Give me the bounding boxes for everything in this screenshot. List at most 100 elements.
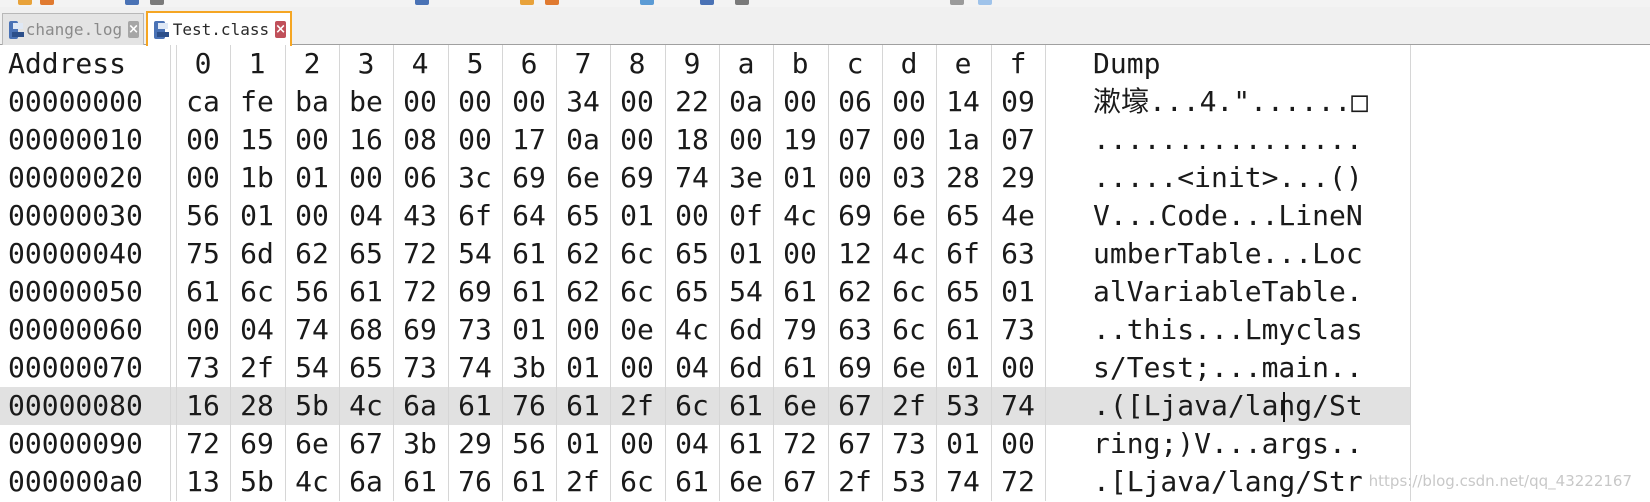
hex-byte[interactable]: 04 xyxy=(230,311,284,349)
row-dump-text[interactable]: .....<init>...() xyxy=(1093,159,1410,197)
hex-byte[interactable]: ba xyxy=(285,83,339,121)
hex-byte[interactable]: 00 xyxy=(610,121,664,159)
hex-byte[interactable]: 6c xyxy=(665,387,719,425)
hex-byte[interactable]: 00 xyxy=(773,235,827,273)
hex-byte[interactable]: 00 xyxy=(991,349,1045,387)
hex-byte[interactable]: 5b xyxy=(230,463,284,501)
hex-byte[interactable]: 04 xyxy=(665,349,719,387)
hex-byte[interactable]: 6a xyxy=(393,387,447,425)
row-dump-text[interactable]: .[Ljava/lang/Str xyxy=(1093,463,1410,501)
hex-byte[interactable]: 62 xyxy=(556,235,610,273)
hex-byte[interactable]: 6f xyxy=(936,235,990,273)
hex-byte[interactable]: 61 xyxy=(502,273,556,311)
hex-byte[interactable]: 65 xyxy=(936,197,990,235)
hex-byte[interactable]: 01 xyxy=(610,197,664,235)
hex-byte[interactable]: 67 xyxy=(828,387,882,425)
hex-byte[interactable]: 6c xyxy=(610,235,664,273)
hex-byte[interactable]: 6e xyxy=(556,159,610,197)
hex-byte[interactable]: 63 xyxy=(991,235,1045,273)
hex-byte[interactable]: 00 xyxy=(991,425,1045,463)
hex-byte[interactable]: 6c xyxy=(610,463,664,501)
hex-byte[interactable]: 6a xyxy=(339,463,393,501)
hex-byte[interactable]: 76 xyxy=(502,387,556,425)
hex-byte[interactable]: 6e xyxy=(882,197,936,235)
hex-row[interactable]: 00000070 73 2f 54 65 73 74 3b 01 00 04 6d 61 69 6e 01 00… xyxy=(0,349,1411,387)
hex-row[interactable]: 00000090 72 69 6e 67 3b 29 56 01 00 04 61 72 67 73 01 00… xyxy=(0,425,1411,463)
hex-byte[interactable]: 0f xyxy=(719,197,773,235)
hex-byte[interactable]: 4c xyxy=(882,235,936,273)
row-dump-text[interactable]: ................ xyxy=(1093,121,1410,159)
hex-byte[interactable]: 6c xyxy=(230,273,284,311)
hex-byte[interactable]: 28 xyxy=(936,159,990,197)
hex-byte[interactable]: 56 xyxy=(285,273,339,311)
hex-byte[interactable]: 67 xyxy=(339,425,393,463)
hex-byte[interactable]: 61 xyxy=(556,387,610,425)
hex-byte[interactable]: 6e xyxy=(882,349,936,387)
hex-byte[interactable]: 07 xyxy=(991,121,1045,159)
hex-byte[interactable]: 61 xyxy=(936,311,990,349)
hex-byte[interactable]: 07 xyxy=(828,121,882,159)
hex-byte[interactable]: 17 xyxy=(502,121,556,159)
tab-change-log[interactable]: change.log × xyxy=(2,13,144,45)
hex-byte[interactable]: 6d xyxy=(230,235,284,273)
hex-byte[interactable]: 56 xyxy=(176,197,230,235)
toolbar-icon[interactable] xyxy=(125,0,139,5)
hex-row[interactable]: 00000050 61 6c 56 61 72 69 61 62 6c 65 54 61 62 6c 65 01… xyxy=(0,273,1411,311)
close-icon[interactable]: × xyxy=(128,21,139,38)
hex-byte[interactable]: 4c xyxy=(285,463,339,501)
hex-byte[interactable]: 69 xyxy=(448,273,502,311)
hex-byte[interactable]: 00 xyxy=(610,83,664,121)
hex-byte[interactable]: 6c xyxy=(882,311,936,349)
hex-row-selected[interactable]: 00000080 16 28 5b 4c 6a 61 76 61 2f 6c 61 6e 67 2f 53 74… xyxy=(0,387,1411,425)
hex-byte[interactable]: 01 xyxy=(936,425,990,463)
hex-byte[interactable]: 16 xyxy=(176,387,230,425)
hex-byte[interactable]: 6c xyxy=(882,273,936,311)
hex-byte[interactable]: 72 xyxy=(393,235,447,273)
hex-byte[interactable]: 6f xyxy=(448,197,502,235)
hex-byte[interactable]: 15 xyxy=(230,121,284,159)
toolbar-icon[interactable] xyxy=(40,0,54,5)
hex-byte[interactable]: 00 xyxy=(556,311,610,349)
hex-byte[interactable]: 3e xyxy=(719,159,773,197)
hex-byte[interactable]: 13 xyxy=(176,463,230,501)
hex-byte[interactable]: 54 xyxy=(448,235,502,273)
toolbar-icon[interactable] xyxy=(150,0,164,5)
hex-byte[interactable]: 69 xyxy=(502,159,556,197)
hex-byte[interactable]: 00 xyxy=(719,121,773,159)
hex-byte[interactable]: 73 xyxy=(176,349,230,387)
hex-byte[interactable]: 2f xyxy=(556,463,610,501)
hex-byte[interactable]: 28 xyxy=(230,387,284,425)
hex-byte[interactable]: 1a xyxy=(936,121,990,159)
hex-byte[interactable]: 73 xyxy=(991,311,1045,349)
toolbar-icon[interactable] xyxy=(18,0,32,5)
hex-row[interactable]: 00000040 75 6d 62 65 72 54 61 62 6c 65 01 00 12 4c 6f 63… xyxy=(0,235,1411,273)
hex-byte[interactable]: 06 xyxy=(828,83,882,121)
hex-byte[interactable]: 61 xyxy=(502,235,556,273)
hex-byte[interactable]: 01 xyxy=(556,349,610,387)
hex-byte[interactable]: 00 xyxy=(176,121,230,159)
hex-byte[interactable]: 00 xyxy=(610,425,664,463)
toolbar-icon[interactable] xyxy=(950,0,964,5)
hex-byte[interactable]: 01 xyxy=(936,349,990,387)
hex-byte[interactable]: 43 xyxy=(393,197,447,235)
hex-byte[interactable]: 3b xyxy=(502,349,556,387)
hex-byte[interactable]: 01 xyxy=(230,197,284,235)
hex-byte[interactable]: 6e xyxy=(719,463,773,501)
hex-byte[interactable]: 2f xyxy=(610,387,664,425)
hex-byte[interactable]: 06 xyxy=(393,159,447,197)
hex-byte[interactable]: 2f xyxy=(882,387,936,425)
hex-byte[interactable]: 00 xyxy=(339,159,393,197)
row-dump-text[interactable]: ..this...Lmyclas xyxy=(1093,311,1410,349)
hex-byte[interactable]: 2f xyxy=(828,463,882,501)
hex-byte[interactable]: 01 xyxy=(285,159,339,197)
hex-byte[interactable]: 1b xyxy=(230,159,284,197)
hex-byte[interactable]: 29 xyxy=(448,425,502,463)
hex-byte[interactable]: 69 xyxy=(393,311,447,349)
hex-byte[interactable]: 6d xyxy=(719,311,773,349)
hex-byte[interactable]: 5b xyxy=(285,387,339,425)
hex-byte[interactable]: 74 xyxy=(285,311,339,349)
hex-byte[interactable]: 0a xyxy=(719,83,773,121)
row-dump-text[interactable]: s/Test;...main.. xyxy=(1093,349,1410,387)
toolbar-icon[interactable] xyxy=(700,0,714,5)
hex-byte[interactable]: 61 xyxy=(393,463,447,501)
